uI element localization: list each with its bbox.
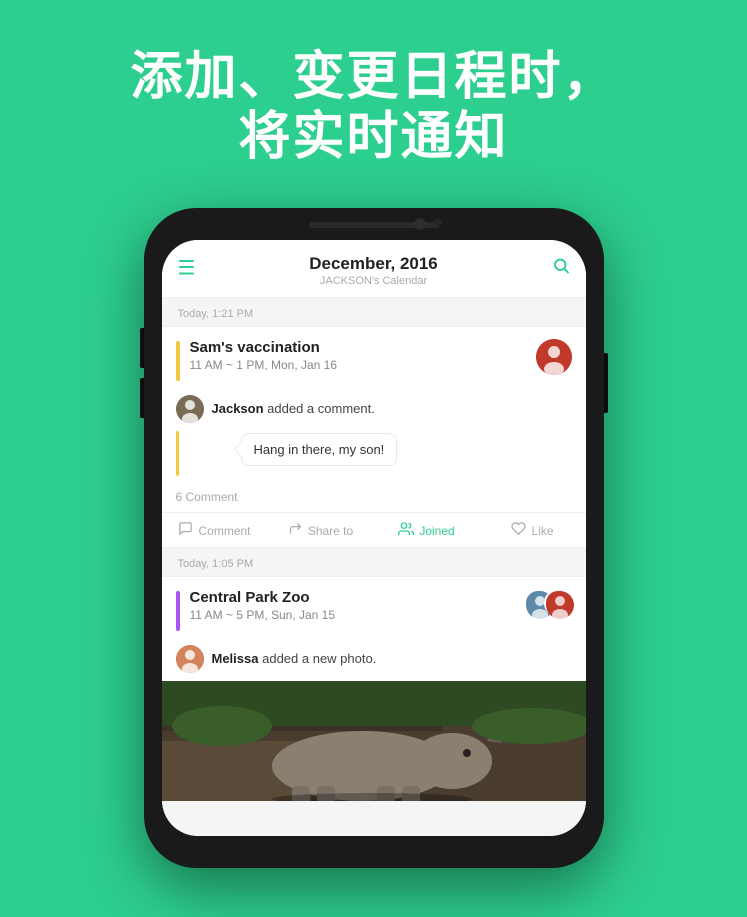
action-comment[interactable]: Comment [162, 521, 268, 541]
event-info-2: Central Park Zoo 11 AM ~ 5 PM, Sun, Jan … [190, 589, 524, 622]
action-like[interactable]: Like [480, 521, 586, 541]
event-stripe-1 [176, 341, 180, 381]
feed-timestamp-1: Today, 1:21 PM [162, 298, 586, 326]
month-title: December, 2016 [178, 254, 570, 274]
avatar-2 [544, 589, 572, 617]
event-title-1: Sam's vaccination [190, 339, 536, 356]
action-joined-label: Joined [419, 524, 454, 538]
event-info-1: Sam's vaccination 11 AM ~ 1 PM, Mon, Jan… [190, 339, 536, 372]
feed-timestamp-2: Today, 1:05 PM [162, 548, 586, 576]
commenter-avatar-1 [176, 395, 204, 423]
comment-text-1: Jackson added a comment. [212, 401, 375, 416]
action-bar: Comment Share to [162, 512, 586, 547]
event-avatar-group-2 [524, 589, 572, 617]
phone-sensor [434, 218, 442, 226]
comment-text-2: Melissa added a new photo. [212, 651, 377, 666]
speech-bubble: Hang in there, my son! [241, 433, 398, 466]
action-share[interactable]: Share to [268, 521, 374, 541]
feed: Today, 1:21 PM Sam's vaccination 11 AM ~… [162, 298, 586, 836]
hero-section: 添加、变更日程时， 将实时通知 [90, 0, 656, 198]
action-like-label: Like [531, 524, 553, 538]
comment-row-1: Jackson added a comment. [162, 391, 586, 431]
event-title-2: Central Park Zoo [190, 589, 524, 606]
menu-icon[interactable]: ☰ [178, 256, 196, 281]
share-icon [288, 521, 303, 540]
comment-count: 6 Comment [162, 486, 586, 512]
comment-row-2: Melissa added a new photo. [162, 641, 586, 681]
event-card-2: Central Park Zoo 11 AM ~ 5 PM, Sun, Jan … [162, 576, 586, 802]
action-comment-label: Comment [198, 524, 250, 538]
event-card-1: Sam's vaccination 11 AM ~ 1 PM, Mon, Jan… [162, 326, 586, 548]
hero-line2: 将实时通知 [238, 108, 508, 166]
phone-button-vol-up [140, 328, 144, 368]
speech-bubble-container: Hang in there, my son! [162, 431, 586, 486]
hero-line1: 添加、变更日程时， [130, 48, 616, 106]
phone-wrapper: ☰ December, 2016 JACKSON's Calendar Toda… [144, 208, 604, 868]
action-joined[interactable]: Joined [374, 521, 480, 541]
left-bar [176, 431, 179, 476]
like-icon [511, 521, 526, 540]
photo-preview [162, 681, 586, 801]
app-header: ☰ December, 2016 JACKSON's Calendar [162, 240, 586, 298]
action-share-label: Share to [308, 524, 353, 538]
event-time-1: 11 AM ~ 1 PM, Mon, Jan 16 [190, 358, 536, 372]
phone-screen: ☰ December, 2016 JACKSON's Calendar Toda… [162, 240, 586, 836]
joined-icon [398, 521, 414, 541]
calendar-name: JACKSON's Calendar [178, 275, 570, 287]
phone-button-vol-down [140, 378, 144, 418]
phone-button-power [604, 353, 608, 413]
commenter-avatar-2 [176, 645, 204, 673]
event-time-2: 11 AM ~ 5 PM, Sun, Jan 15 [190, 608, 524, 622]
phone-camera [414, 218, 426, 230]
comment-icon [178, 521, 193, 540]
event-stripe-2 [176, 591, 180, 631]
event-avatar-1 [536, 339, 572, 375]
search-icon[interactable] [552, 257, 570, 280]
